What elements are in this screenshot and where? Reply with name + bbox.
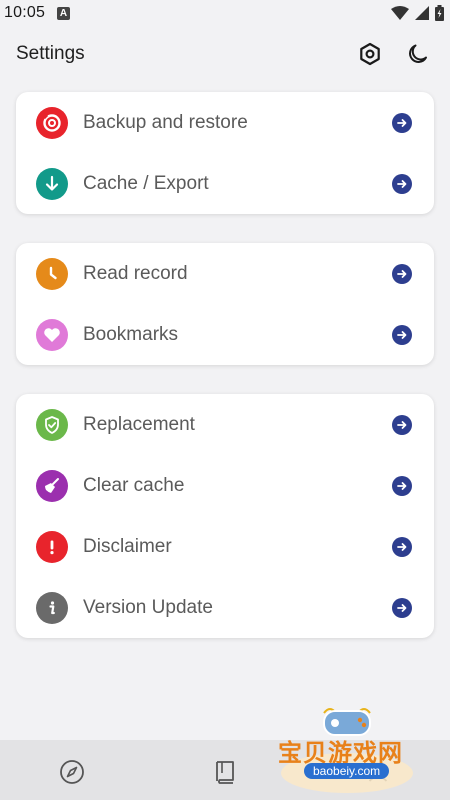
info-icon (36, 591, 68, 624)
status-bar: 10:05 A (0, 0, 450, 26)
row-replacement[interactable]: Replacement (16, 394, 434, 455)
nav-bookshelf[interactable] (211, 758, 239, 786)
arrow-right-icon (392, 536, 412, 557)
arrow-right-icon (392, 173, 412, 194)
watermark-url: baobeiy.com (304, 763, 390, 779)
row-label: Version Update (83, 596, 213, 618)
row-label: Bookmarks (83, 323, 179, 345)
compass-icon (60, 760, 84, 784)
backup-restore-icon (36, 106, 68, 139)
app-notification-icon: A (57, 6, 71, 20)
row-cache-export[interactable]: Cache / Export (16, 153, 434, 214)
settings-card-history: Read record Bookmarks (16, 243, 434, 365)
row-label: Read record (83, 262, 188, 284)
book-icon (216, 761, 234, 784)
arrow-right-icon (392, 112, 412, 133)
row-label: Backup and restore (83, 111, 248, 133)
heart-icon (36, 318, 68, 351)
row-label: Clear cache (83, 474, 185, 496)
shield-check-icon (36, 408, 68, 441)
row-bookmarks[interactable]: Bookmarks (16, 304, 434, 365)
watermark-logo: 宝贝游戏网 baobeiy.com (272, 705, 422, 795)
arrow-right-icon (392, 414, 412, 435)
clock-icon (36, 257, 68, 290)
app-header: Settings (0, 26, 450, 82)
status-icons (391, 5, 444, 21)
row-label: Replacement (83, 413, 195, 435)
exclamation-icon (36, 530, 68, 563)
arrow-right-icon (392, 263, 412, 284)
arrow-right-icon (392, 597, 412, 618)
arrow-right-icon (392, 324, 412, 345)
arrow-right-icon (392, 475, 412, 496)
settings-card-data: Backup and restore Cache / Export (16, 92, 434, 214)
status-time: 10:05 (4, 4, 46, 21)
broom-icon (36, 469, 68, 502)
wifi-icon (391, 6, 409, 20)
header-actions (356, 40, 432, 68)
row-clear-cache[interactable]: Clear cache (16, 455, 434, 516)
battery-icon (435, 5, 444, 21)
row-label: Cache / Export (83, 172, 209, 194)
row-label: Disclaimer (83, 535, 172, 557)
settings-hex-button[interactable] (356, 40, 384, 68)
dark-mode-button[interactable] (404, 40, 432, 68)
row-backup-restore[interactable]: Backup and restore (16, 92, 434, 153)
row-version-update[interactable]: Version Update (16, 577, 434, 638)
download-arrow-icon (36, 167, 68, 200)
row-disclaimer[interactable]: Disclaimer (16, 516, 434, 577)
settings-hex-icon (360, 42, 380, 66)
dark-mode-moon-icon (409, 44, 427, 63)
signal-icon (415, 6, 429, 20)
nav-explore[interactable] (58, 758, 86, 786)
settings-card-misc: Replacement Clear cache Disclaimer Versi… (16, 394, 434, 638)
row-read-record[interactable]: Read record (16, 243, 434, 304)
page-title: Settings (16, 43, 85, 64)
